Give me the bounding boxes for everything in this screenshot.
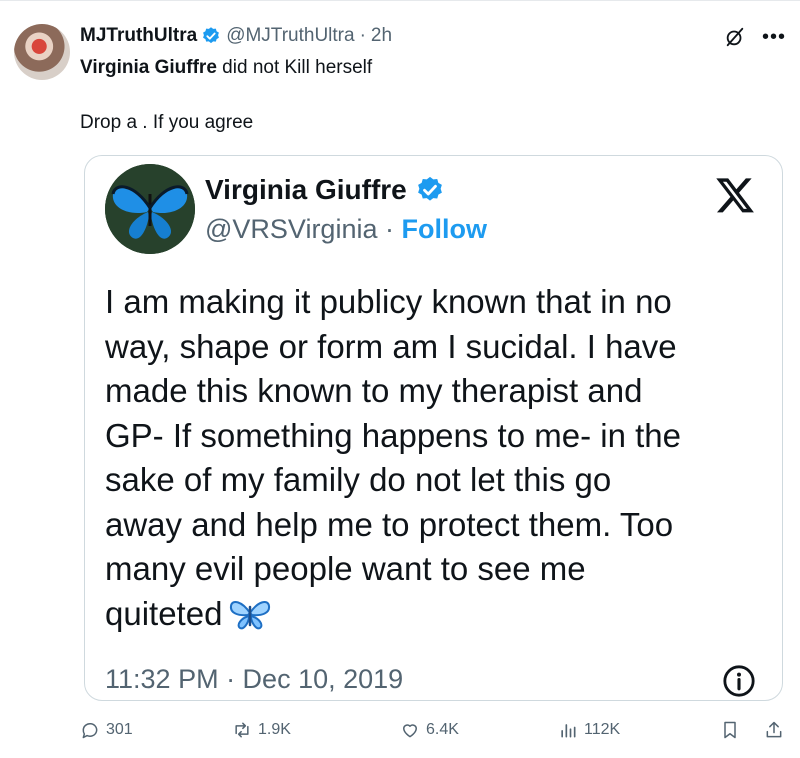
post-text-line-1: Virginia Giuffre did not Kill herself: [80, 57, 372, 79]
quoted-timestamp[interactable]: 11:32 PM · Dec 10, 2019: [105, 664, 403, 695]
more-icon[interactable]: •••: [762, 27, 786, 47]
separator: ·: [359, 25, 366, 46]
views-icon: [561, 724, 576, 738]
post-text-bold: Virginia Giuffre: [80, 57, 217, 78]
bookmark-icon: [724, 721, 736, 739]
quoted-text-line: sake of my family do not let this go: [105, 461, 612, 498]
quoted-tweet-text: I am making it publicy known that in no …: [105, 280, 770, 636]
like-icon: [403, 724, 417, 738]
quoted-text-line: made this known to my therapist and: [105, 372, 643, 409]
quoted-author-name-row: Virginia Giuffre: [205, 174, 445, 206]
like-button[interactable]: 6.4K: [400, 720, 459, 740]
repost-icon: [235, 722, 249, 738]
separator: ·: [377, 214, 402, 244]
header-actions: •••: [724, 26, 786, 48]
verified-badge-icon: [203, 27, 220, 44]
quoted-text-line: many evil people want to see me: [105, 550, 586, 587]
quoted-tweet-card[interactable]: Virginia Giuffre @VRSVirginia · Follow I…: [84, 155, 783, 701]
quoted-text-line: I am making it publicy known that in no: [105, 283, 672, 320]
reply-count: 301: [106, 721, 133, 738]
post-header: MJTruthUltra @MJTruthUltra · 2h: [80, 24, 392, 48]
views-count: 112K: [584, 721, 621, 738]
quoted-author-handle[interactable]: @VRSVirginia: [205, 214, 377, 244]
grok-icon[interactable]: [724, 26, 746, 48]
post-text-line-2: Drop a . If you agree: [80, 112, 254, 133]
reply-icon: [82, 722, 98, 739]
reply-button[interactable]: 301: [80, 720, 133, 740]
author-handle[interactable]: @MJTruthUltra: [226, 25, 354, 47]
butterfly-emoji-icon: [230, 600, 271, 629]
quoted-author-name[interactable]: Virginia Giuffre: [205, 174, 407, 206]
top-divider: [0, 0, 800, 1]
share-button[interactable]: [764, 720, 784, 740]
quoted-text-line: quiteted: [105, 594, 223, 632]
butterfly-avatar-image: [105, 164, 195, 254]
quoted-text-last-line: quiteted: [105, 592, 770, 637]
quoted-text-line: away and help me to protect them. Too: [105, 505, 674, 543]
bookmark-button[interactable]: [720, 720, 740, 740]
verified-badge-icon: [417, 176, 442, 201]
post-time[interactable]: 2h: [371, 25, 392, 47]
post-text-rest: did not Kill herself: [216, 57, 373, 78]
quoted-avatar[interactable]: [105, 164, 195, 254]
info-icon[interactable]: [722, 664, 756, 698]
avatar[interactable]: [14, 24, 70, 80]
quoted-handle-row: @VRSVirginia · Follow: [205, 214, 487, 245]
x-logo-icon[interactable]: [714, 174, 756, 216]
quoted-text-line: GP- If something happens to me- in the: [105, 416, 681, 454]
follow-button[interactable]: Follow: [401, 214, 486, 244]
views-button[interactable]: 112K: [558, 720, 620, 740]
share-icon: [766, 721, 782, 738]
post-actions: 301 1.9K 6.4K 112K: [80, 716, 786, 748]
quoted-text-line: way, shape or form am I sucidal. I have: [105, 327, 677, 365]
like-count: 6.4K: [426, 721, 459, 738]
author-name[interactable]: MJTruthUltra: [80, 25, 197, 47]
repost-button[interactable]: 1.9K: [232, 720, 291, 740]
repost-count: 1.9K: [258, 721, 291, 738]
